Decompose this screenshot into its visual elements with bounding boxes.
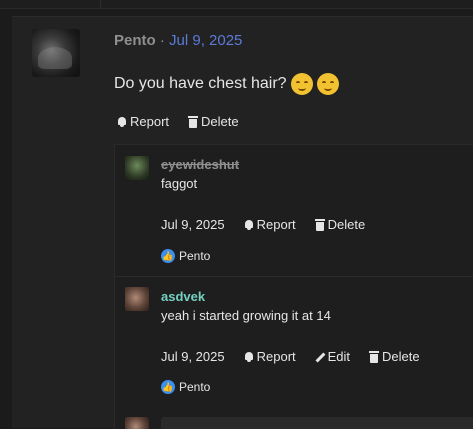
reply-date[interactable]: Jul 9, 2025: [161, 349, 225, 364]
delete-button[interactable]: Delete: [368, 349, 420, 364]
trash-icon: [368, 350, 380, 363]
report-button[interactable]: Report: [116, 114, 169, 129]
report-button[interactable]: Report: [243, 217, 296, 232]
reply-text: faggot: [161, 176, 198, 191]
post-body: Do you have chest hair?: [114, 73, 339, 95]
replies-panel: eyewideshut faggot Jul 9, 2025 Report De…: [114, 144, 473, 429]
avatar[interactable]: [125, 417, 149, 429]
delete-label: Delete: [382, 349, 420, 364]
reply-actions: Jul 9, 2025 Report Delete: [161, 217, 365, 232]
report-button[interactable]: Report: [243, 349, 296, 364]
relieved-drool-face-icon: [316, 73, 339, 95]
trash-icon: [187, 115, 199, 128]
edit-button[interactable]: Edit: [314, 349, 350, 364]
previous-post-edge: [0, 0, 473, 9]
avatar[interactable]: [125, 287, 149, 311]
post-text: Do you have chest hair?: [114, 75, 287, 92]
reaction-user: Pento: [179, 380, 211, 394]
reply-author[interactable]: asdvek: [161, 289, 205, 304]
relieved-drool-face-icon: [290, 73, 313, 95]
reply-input[interactable]: [161, 417, 473, 429]
reaction-user: Pento: [179, 249, 211, 263]
post-date-link[interactable]: Jul 9, 2025: [169, 32, 242, 49]
divider: [100, 0, 101, 8]
report-label: Report: [256, 349, 296, 364]
trash-icon: [314, 218, 326, 231]
thread-page: Pento · Jul 9, 2025 Do you have chest ha…: [0, 0, 473, 429]
like-icon: 👍: [161, 380, 175, 394]
reply-text: yeah i started growing it at 14: [161, 308, 331, 323]
delete-label: Delete: [201, 114, 239, 129]
reply-actions: Jul 9, 2025 Report Edit Delete: [161, 349, 420, 364]
bell-icon: [116, 116, 128, 128]
post-actions: Report Delete: [116, 114, 239, 129]
delete-button[interactable]: Delete: [314, 217, 366, 232]
reaction-summary[interactable]: 👍 Pento: [161, 249, 210, 263]
reaction-summary[interactable]: 👍 Pento: [161, 380, 210, 394]
reply-date[interactable]: Jul 9, 2025: [161, 217, 225, 232]
bell-icon: [243, 351, 255, 363]
edit-label: Edit: [327, 349, 351, 364]
avatar[interactable]: [125, 156, 149, 180]
pencil-icon: [314, 351, 326, 363]
separator: ·: [159, 32, 165, 49]
like-icon: 👍: [161, 249, 175, 263]
report-label: Report: [256, 217, 296, 232]
delete-label: Delete: [327, 217, 366, 232]
bell-icon: [243, 219, 255, 231]
delete-button[interactable]: Delete: [187, 114, 239, 129]
post-header: Pento · Jul 9, 2025: [114, 32, 242, 49]
reply-author[interactable]: eyewideshut: [161, 157, 239, 172]
avatar[interactable]: [32, 29, 80, 77]
post-author[interactable]: Pento: [114, 32, 156, 49]
divider: [115, 276, 473, 277]
post: Pento · Jul 9, 2025 Do you have chest ha…: [12, 16, 473, 429]
report-label: Report: [130, 114, 170, 129]
